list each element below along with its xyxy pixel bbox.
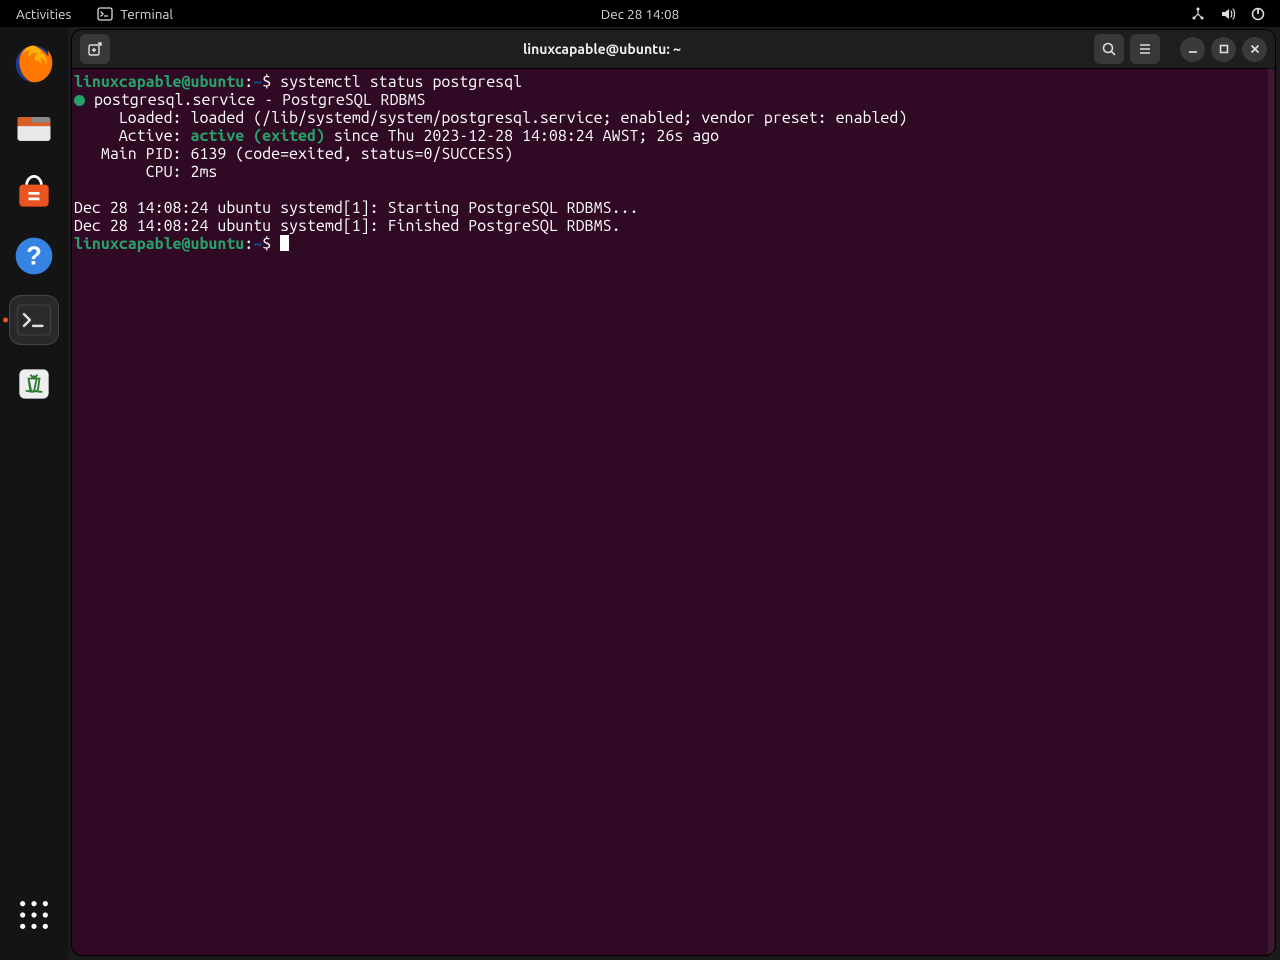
terminal-line bbox=[74, 181, 1273, 199]
dock-show-apps[interactable] bbox=[9, 890, 59, 940]
activities-label: Activities bbox=[16, 6, 71, 22]
dock-trash[interactable] bbox=[9, 359, 59, 409]
cursor bbox=[280, 235, 289, 251]
terminal-viewport[interactable]: linuxcapable@ubuntu:~$ systemctl status … bbox=[72, 68, 1275, 955]
power-icon[interactable] bbox=[1250, 6, 1266, 22]
terminal-line: Dec 28 14:08:24 ubuntu systemd[1]: Start… bbox=[74, 199, 1273, 217]
maximize-button[interactable] bbox=[1211, 37, 1236, 62]
svg-text:?: ? bbox=[26, 242, 42, 270]
dock: ? bbox=[0, 27, 68, 960]
dock-firefox[interactable] bbox=[9, 39, 59, 89]
status-dot-icon bbox=[74, 95, 85, 106]
scrollbar-thumb[interactable] bbox=[1268, 68, 1274, 955]
terminal-line: Main PID: 6139 (code=exited, status=0/SU… bbox=[74, 145, 1273, 163]
prompt-user: linuxcapable@ubuntu bbox=[74, 73, 244, 91]
terminal-line: linuxcapable@ubuntu:~$ systemctl status … bbox=[74, 73, 1273, 91]
terminal-line: linuxcapable@ubuntu:~$ bbox=[74, 235, 1273, 253]
hamburger-menu-button[interactable] bbox=[1130, 34, 1160, 64]
prompt-path: ~ bbox=[253, 73, 262, 91]
app-menu-label: Terminal bbox=[120, 6, 173, 22]
active-status: active (exited) bbox=[190, 127, 324, 145]
clock-label: Dec 28 14:08 bbox=[601, 6, 679, 22]
minimize-button[interactable] bbox=[1180, 37, 1205, 62]
terminal-scrollbar[interactable] bbox=[1267, 68, 1275, 955]
dock-terminal[interactable] bbox=[9, 295, 59, 345]
window-title: linuxcapable@ubuntu: ~ bbox=[110, 41, 1094, 57]
gnome-topbar: Activities Terminal Dec 28 14:08 bbox=[0, 0, 1280, 27]
terminal-window: linuxcapable@ubuntu: ~ linuxcapable@ubun… bbox=[72, 30, 1275, 955]
clock[interactable]: Dec 28 14:08 bbox=[597, 6, 683, 22]
dock-software[interactable] bbox=[9, 167, 59, 217]
terminal-line: CPU: 2ms bbox=[74, 163, 1273, 181]
app-menu[interactable]: Terminal bbox=[93, 6, 177, 22]
activities-button[interactable]: Activities bbox=[12, 6, 75, 22]
prompt-path: ~ bbox=[253, 235, 262, 253]
dock-help[interactable]: ? bbox=[9, 231, 59, 281]
terminal-app-icon bbox=[97, 6, 113, 22]
terminal-titlebar: linuxcapable@ubuntu: ~ bbox=[72, 30, 1275, 69]
dock-files[interactable] bbox=[9, 103, 59, 153]
prompt-user: linuxcapable@ubuntu bbox=[74, 235, 244, 253]
terminal-line: Dec 28 14:08:24 ubuntu systemd[1]: Finis… bbox=[74, 217, 1273, 235]
close-button[interactable] bbox=[1242, 37, 1267, 62]
command-text: systemctl status postgresql bbox=[280, 73, 522, 91]
new-tab-button[interactable] bbox=[80, 34, 110, 64]
search-button[interactable] bbox=[1094, 34, 1124, 64]
terminal-line: postgresql.service - PostgreSQL RDBMS bbox=[74, 91, 1273, 109]
terminal-line: Loaded: loaded (/lib/systemd/system/post… bbox=[74, 109, 1273, 127]
volume-icon[interactable] bbox=[1220, 6, 1236, 22]
terminal-line: Active: active (exited) since Thu 2023-1… bbox=[74, 127, 1273, 145]
network-icon[interactable] bbox=[1190, 6, 1206, 22]
